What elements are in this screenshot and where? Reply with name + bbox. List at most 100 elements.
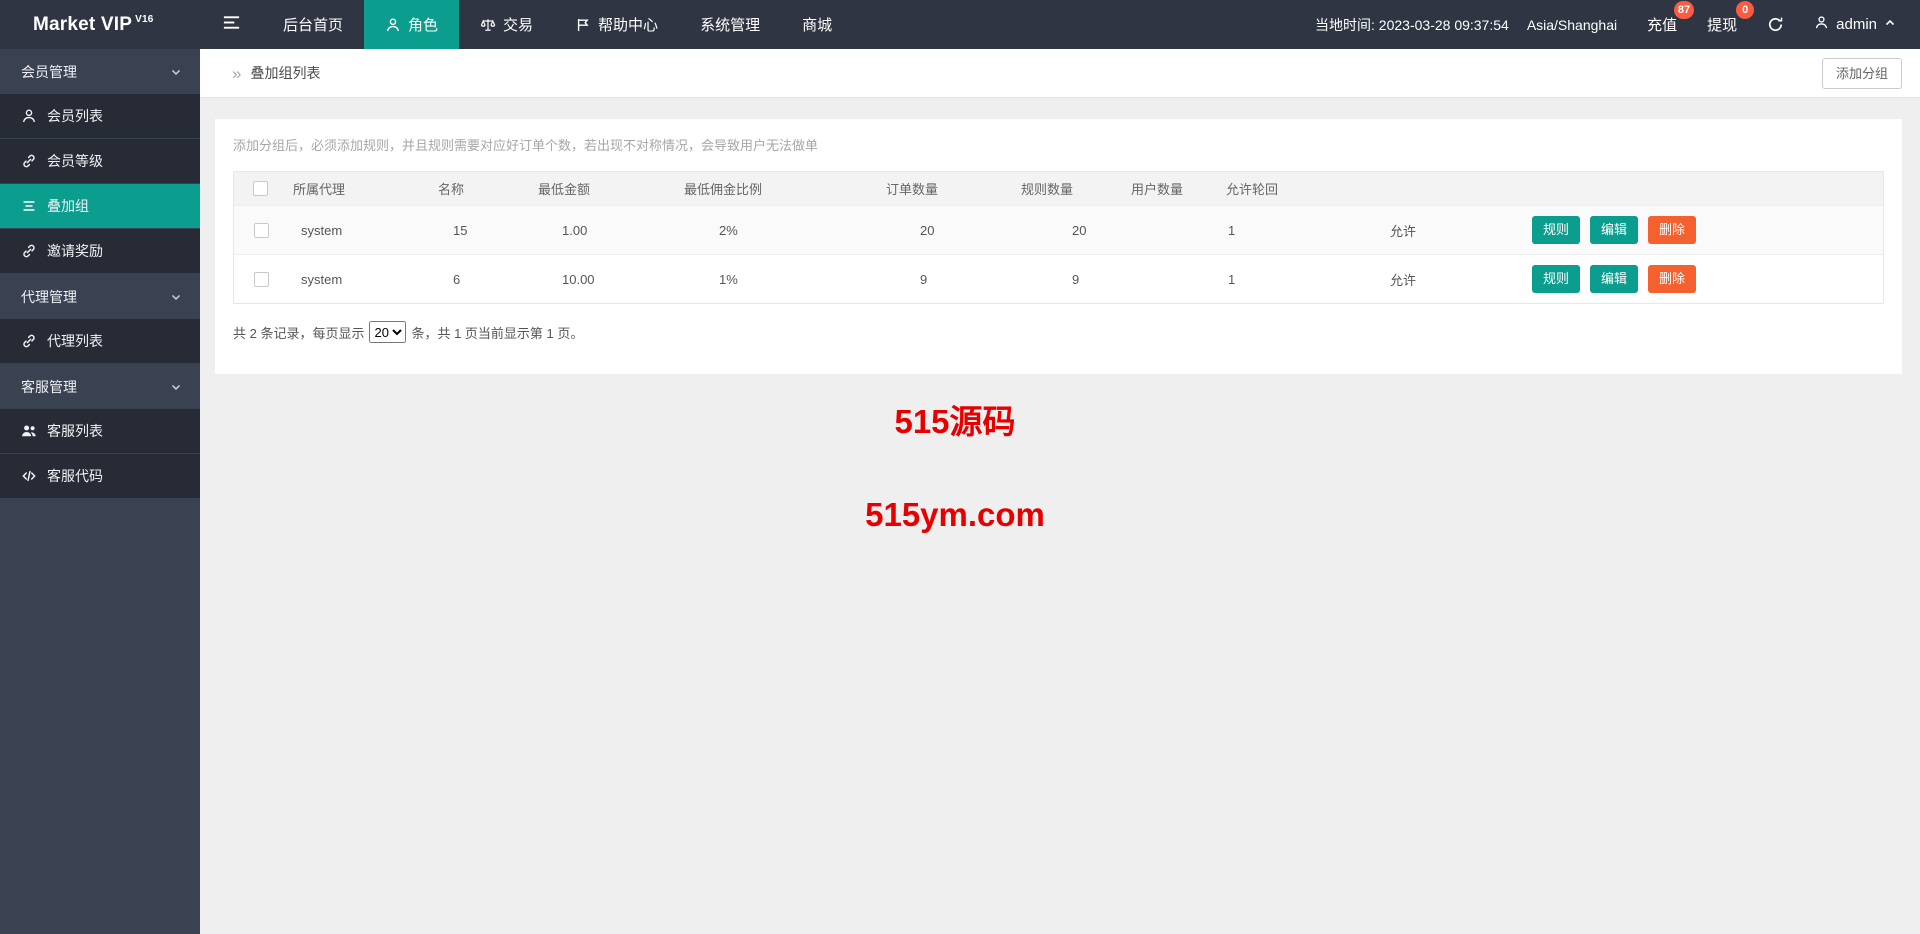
refresh-button[interactable] [1767,16,1784,33]
top-nav-item-label: 商城 [802,17,833,34]
edit-button[interactable]: 编辑 [1590,265,1639,293]
chevron-down-icon [170,66,182,78]
breadcrumb-icon: » [232,63,242,83]
sidebar-group-label: 会员管理 [21,63,77,80]
sidebar-group-header[interactable]: 代理管理 [0,274,200,319]
pagination-prefix: 共 2 条记录，每页显示 [233,325,365,341]
people-icon [21,423,37,439]
table-header-cell: 最低金额 [538,182,591,197]
chevron-down-icon [170,291,182,303]
sidebar-group-label: 客服管理 [21,378,77,395]
top-nav-item[interactable]: 帮助中心 [554,0,679,49]
sidebar-item[interactable]: 会员列表 [0,94,200,138]
data-table: 所属代理 名称 最低金额 最低佣金比例 订单数量 规则数量 用户数量 允许轮回 system 1… [233,171,1884,304]
edit-button[interactable]: 编辑 [1590,216,1639,244]
page-size-select[interactable]: 20 [369,321,407,343]
recharge-label: 充值 [1647,17,1678,34]
recharge-link[interactable]: 充值 87 [1647,1,1695,35]
cell-users: 1 [1228,222,1236,238]
cell-orders: 9 [920,271,928,287]
select-all-cell [234,181,293,196]
top-nav-item-label: 后台首页 [283,17,344,34]
table-header-cell: 规则数量 [1021,182,1074,197]
top-nav-item[interactable]: 角色 [364,0,460,49]
link-icon [21,243,37,259]
brand-logo[interactable]: Market VIP V16 [0,0,200,49]
withdraw-link[interactable]: 提现 0 [1707,1,1755,35]
recharge-badge: 87 [1673,1,1695,19]
cell-agent: system [301,271,343,287]
sidebar-group-header[interactable]: 客服管理 [0,364,200,409]
chevron-down-icon [170,381,182,393]
add-group-button[interactable]: 添加分组 [1821,57,1902,89]
cell-name: 15 [453,222,468,238]
user-menu[interactable]: admin [1814,15,1896,34]
rule-button[interactable]: 规则 [1532,216,1581,244]
user-icon [1814,15,1829,34]
flag-icon [575,17,591,33]
sidebar-item-label: 客服代码 [47,468,103,484]
withdraw-label: 提现 [1707,17,1738,34]
top-nav-item[interactable]: 交易 [459,0,554,49]
brand-name: Market VIP [33,13,133,35]
scales-icon [480,17,496,33]
watermark-line2: 515ym.com [865,496,1045,533]
sidebar-item[interactable]: 邀请奖励 [0,229,200,273]
brand-version: V16 [135,14,154,25]
cell-users: 1 [1228,271,1236,287]
chevron-up-icon [1884,16,1896,33]
top-navbar: Market VIP V16 后台首页 角色 交易 帮助中心 系统管理 商城 当地时间: … [0,0,1920,49]
time-group: 当地时间: 2023-03-28 09:37:54 Asia/Shanghai [1315,15,1617,35]
sidebar-item[interactable]: 会员等级 [0,139,200,183]
watermark-line1: 515源码 [894,403,1016,440]
link-icon [21,333,37,349]
row-checkbox-cell [234,222,301,238]
rule-button[interactable]: 规则 [1532,265,1581,293]
person-icon [385,17,401,33]
sidebar-item[interactable]: 客服列表 [0,409,200,453]
row-checkbox[interactable] [254,222,269,238]
cell-min-amount: 1.00 [562,222,588,238]
top-nav-item[interactable]: 后台首页 [262,0,364,49]
row-checkbox-cell [234,271,301,287]
sidebar-item-label: 代理列表 [47,333,103,349]
withdraw-badge: 0 [1736,1,1755,19]
table-header-row: 所属代理 名称 最低金额 最低佣金比例 订单数量 规则数量 用户数量 允许轮回 [234,172,1883,205]
top-nav-item[interactable]: 商城 [781,0,853,49]
sidebar-item-label: 会员列表 [47,108,103,124]
sidebar-item[interactable]: 客服代码 [0,454,200,498]
row-actions: 规则 编辑 删除 [1532,216,1883,244]
table-header-cell: 允许轮回 [1226,182,1279,197]
cell-recycle: 允许 [1390,272,1417,288]
select-all-checkbox[interactable] [253,181,268,196]
row-actions: 规则 编辑 删除 [1532,265,1883,293]
page-title: 叠加组列表 [250,65,321,81]
table-row: system 15 1.00 2% 20 20 1 允许 规则 编辑 删除 [234,205,1883,254]
top-nav-item-label: 角色 [408,17,439,34]
cell-min-commission: 2% [719,222,738,238]
pagination-suffix: 条，共 1 页当前显示第 1 页。 [411,325,584,341]
cell-min-amount: 10.00 [562,271,595,287]
pagination: 共 2 条记录，每页显示 20 条，共 1 页当前显示第 1 页。 [233,321,1884,343]
breadcrumb-bar: » 叠加组列表 添加分组 [200,49,1920,98]
sidebar-item[interactable]: 代理列表 [0,319,200,363]
delete-button[interactable]: 删除 [1648,265,1697,293]
table-header-cell: 所属代理 [293,182,346,197]
top-nav: 后台首页 角色 交易 帮助中心 系统管理 商城 [262,0,853,49]
cell-recycle: 允许 [1390,223,1417,239]
timezone-label: Asia/Shanghai [1526,16,1618,33]
top-nav-item[interactable]: 系统管理 [679,0,781,49]
table-header-cell: 订单数量 [886,182,939,197]
menu-toggle-button[interactable] [200,0,262,49]
table-header-cell: 用户数量 [1131,182,1184,197]
delete-button[interactable]: 删除 [1648,216,1697,244]
sidebar-group-header[interactable]: 会员管理 [0,49,200,94]
link-icon [21,153,37,169]
hamburger-icon [222,15,241,35]
local-time-label: 当地时间: 2023-03-28 09:37:54 [1315,16,1509,33]
top-nav-item-label: 帮助中心 [598,17,659,34]
row-checkbox[interactable] [254,271,269,287]
sidebar-item[interactable]: 叠加组 [0,184,200,228]
top-nav-item-label: 系统管理 [700,17,761,34]
top-right-area: 当地时间: 2023-03-28 09:37:54 Asia/Shanghai … [1315,0,1920,49]
